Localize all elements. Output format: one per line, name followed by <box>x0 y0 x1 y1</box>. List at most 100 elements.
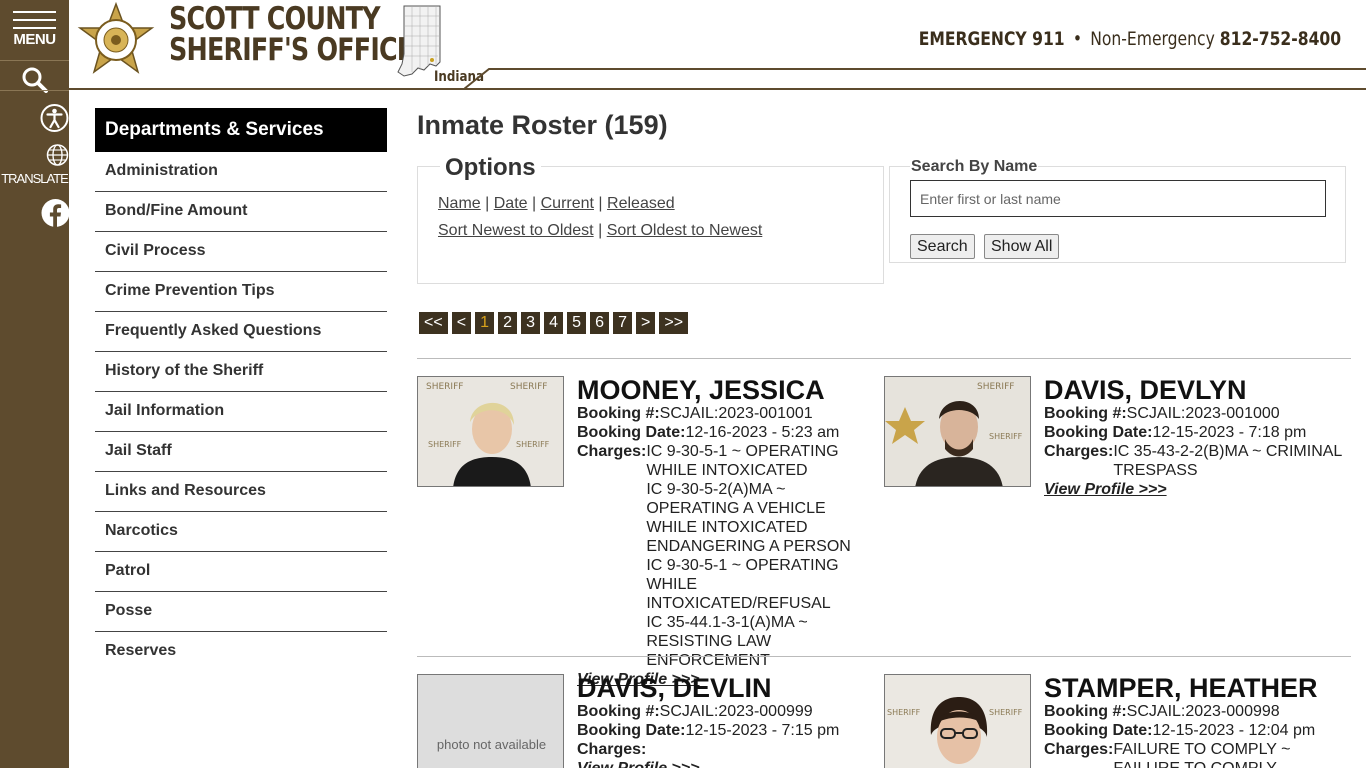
sheriff-badge-logo[interactable] <box>75 2 157 80</box>
search-button[interactable] <box>0 60 69 93</box>
charge-item: IC 35-43-2-2(B)MA ~ CRIMINAL TRESPASS <box>1113 443 1342 479</box>
nav-item-crime-prevention-tips[interactable]: Crime Prevention Tips <box>95 272 387 312</box>
row-divider <box>417 656 1351 657</box>
menu-button[interactable]: MENU <box>0 0 69 58</box>
page-next-button[interactable]: > <box>636 312 656 334</box>
charges: Charges: <box>577 740 877 759</box>
row-divider <box>417 358 1351 359</box>
search-label: Search By Name <box>910 158 1039 176</box>
inmate-photo-image: SHERIFF SHERIFF <box>885 675 1030 768</box>
sort-newest-link[interactable]: Sort Newest to Oldest <box>438 222 594 239</box>
inmate-photo-image: SHERIFF SHERIFF SHERIFF SHERIFF <box>418 377 563 486</box>
indiana-map-icon <box>397 5 441 77</box>
charges-label: Charges: <box>577 443 647 460</box>
charge-item: IC 35-44.1-3-1(A)MA ~ RESISTING LAW ENFO… <box>646 614 808 669</box>
svg-text:SHERIFF: SHERIFF <box>428 440 462 449</box>
left-rail: MENU TRANSLATE <box>0 0 70 768</box>
page-prev-button[interactable]: < <box>451 312 472 334</box>
translate-label[interactable]: TRANSLATE <box>0 171 69 186</box>
nav-item-reserves[interactable]: Reserves <box>95 632 387 672</box>
header-bottom-rule <box>69 88 1366 90</box>
page-4-button[interactable]: 4 <box>544 312 564 334</box>
svg-text:SHERIFF: SHERIFF <box>989 708 1023 717</box>
site-header: SCOTT COUNTY SHERIFF'S OFFICE Indiana EM… <box>69 0 1366 90</box>
nav-item-jail-staff[interactable]: Jail Staff <box>95 432 387 472</box>
sort-order-row: Sort Newest to Oldest | Sort Oldest to N… <box>438 222 762 240</box>
page-7-button[interactable]: 7 <box>613 312 633 334</box>
booking-date: 12-16-2023 - 5:23 am <box>685 424 840 441</box>
inmate-name[interactable]: MOONEY, JESSICA <box>577 376 877 405</box>
search-panel: Search By Name Search Show All <box>889 158 1346 263</box>
globe-icon[interactable] <box>23 143 92 167</box>
inmate-photo[interactable]: SHERIFF SHERIFF <box>884 376 1031 487</box>
inmate-name[interactable]: DAVIS, DEVLIN <box>577 674 877 703</box>
charges: Charges: IC 35-43-2-2(B)MA ~ CRIMINAL TR… <box>1044 442 1344 480</box>
facebook-icon[interactable] <box>21 199 90 227</box>
options-title: Options <box>440 154 541 182</box>
charge-item: IC 9-30-5-1 ~ OPERATING WHILE INTOXICATE… <box>646 557 839 612</box>
charges-label: Charges: <box>1044 741 1114 758</box>
svg-text:SHERIFF: SHERIFF <box>989 432 1023 441</box>
link-divider: | <box>598 195 603 212</box>
non-emergency-number[interactable]: 812-752-8400 <box>1220 28 1341 50</box>
header-slant-line <box>464 68 1366 90</box>
nav-item-faq[interactable]: Frequently Asked Questions <box>95 312 387 352</box>
booking-date-label: Booking Date: <box>577 722 686 739</box>
nav-item-links-resources[interactable]: Links and Resources <box>95 472 387 512</box>
nav-item-administration[interactable]: Administration <box>95 152 387 192</box>
site-title-line2: SHERIFF'S OFFICE <box>169 32 414 68</box>
site-title[interactable]: SCOTT COUNTY SHERIFF'S OFFICE <box>169 4 414 68</box>
inmate-name[interactable]: STAMPER, HEATHER <box>1044 674 1344 703</box>
nav-item-posse[interactable]: Posse <box>95 592 387 632</box>
booking-number: SCJAIL:2023-000999 <box>659 703 813 720</box>
charge-item: FAILURE TO COMPLY ~ FAILURE TO COMPLY <box>1113 741 1291 768</box>
filter-current-link[interactable]: Current <box>541 195 594 212</box>
inmate-photo[interactable]: SHERIFF SHERIFF SHERIFF SHERIFF <box>417 376 564 487</box>
nav-item-history[interactable]: History of the Sheriff <box>95 352 387 392</box>
charge-item: IC 9-30-5-1 ~ OPERATING WHILE INTOXICATE… <box>646 443 839 479</box>
name-search-input[interactable] <box>910 180 1326 217</box>
page-last-button[interactable]: >> <box>659 312 689 334</box>
nav-item-civil-process[interactable]: Civil Process <box>95 232 387 272</box>
charge-item: IC 9-30-5-2(A)MA ~ OPERATING A VEHICLE W… <box>646 481 851 555</box>
inmate-photo[interactable]: SHERIFF SHERIFF <box>884 674 1031 768</box>
show-all-button[interactable]: Show All <box>984 234 1060 259</box>
inmate-info: STAMPER, HEATHER Booking #:SCJAIL:2023-0… <box>1044 674 1344 768</box>
page-1-button[interactable]: 1 <box>475 312 495 334</box>
page-3-button[interactable]: 3 <box>521 312 541 334</box>
booking-number: SCJAIL:2023-001001 <box>659 405 813 422</box>
hamburger-icon <box>13 11 56 29</box>
page-5-button[interactable]: 5 <box>567 312 587 334</box>
charges-label: Charges: <box>1044 443 1114 460</box>
sort-oldest-link[interactable]: Sort Oldest to Newest <box>607 222 763 239</box>
menu-label: MENU <box>13 31 56 48</box>
booking-date-label: Booking Date: <box>1044 722 1153 739</box>
view-profile-link[interactable]: View Profile >>> <box>577 759 877 768</box>
accessibility-icon[interactable] <box>20 103 89 133</box>
view-profile-link[interactable]: View Profile >>> <box>1044 480 1344 499</box>
inmate-photo-image: SHERIFF SHERIFF <box>885 377 1030 486</box>
inmate-name[interactable]: DAVIS, DEVLYN <box>1044 376 1344 405</box>
page-2-button[interactable]: 2 <box>498 312 518 334</box>
search-button[interactable]: Search <box>910 234 975 259</box>
page-first-button[interactable]: << <box>419 312 448 334</box>
page-6-button[interactable]: 6 <box>590 312 610 334</box>
svg-text:SHERIFF: SHERIFF <box>516 440 550 449</box>
departments-heading: Departments & Services <box>95 108 387 152</box>
link-divider: | <box>532 195 537 212</box>
booking-number-label: Booking #: <box>1044 703 1127 720</box>
nav-item-patrol[interactable]: Patrol <box>95 552 387 592</box>
photo-not-available-text: photo not available <box>436 737 547 752</box>
inmate-photo-placeholder[interactable]: photo not available <box>417 674 564 768</box>
filter-released-link[interactable]: Released <box>607 195 675 212</box>
rail-divider <box>0 90 69 91</box>
nav-item-bond-fine-amount[interactable]: Bond/Fine Amount <box>95 192 387 232</box>
emergency-number[interactable]: EMERGENCY 911 <box>919 28 1065 50</box>
nav-item-narcotics[interactable]: Narcotics <box>95 512 387 552</box>
charges: Charges: IC 9-30-5-1 ~ OPERATING WHILE I… <box>577 442 877 670</box>
charges-label: Charges: <box>577 741 647 758</box>
booking-date: 12-15-2023 - 7:18 pm <box>1152 424 1307 441</box>
nav-item-jail-information[interactable]: Jail Information <box>95 392 387 432</box>
sort-date-link[interactable]: Date <box>494 195 528 212</box>
sort-name-link[interactable]: Name <box>438 195 481 212</box>
